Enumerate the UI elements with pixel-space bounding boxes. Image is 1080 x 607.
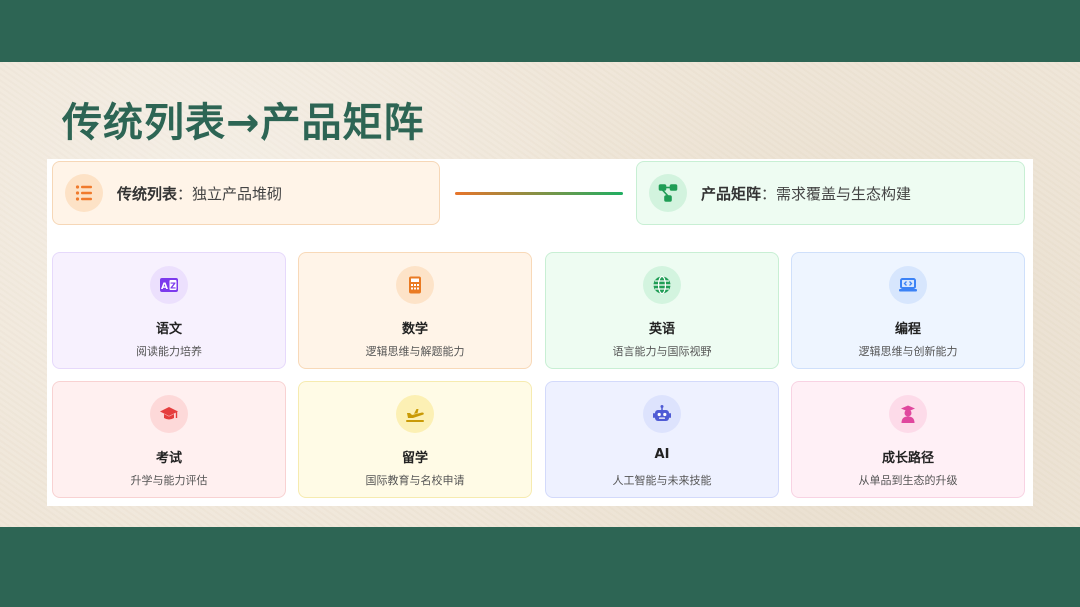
product-card-title: AI	[654, 447, 670, 462]
bottom-band	[0, 527, 1080, 607]
globe-icon	[643, 266, 681, 304]
product-card-title: 编程	[894, 322, 921, 337]
product-card-desc: 从单品到生态的升级	[858, 474, 958, 487]
graduation-cap-icon	[150, 395, 188, 433]
product-card: 成长路径从单品到生态的升级	[791, 381, 1025, 498]
traditional-list-box: 传统列表：独立产品堆砌	[52, 161, 440, 225]
product-card-desc: 升学与能力评估	[130, 474, 208, 487]
translate-icon: A Z	[150, 266, 188, 304]
list-icon	[65, 174, 103, 212]
product-card: 编程逻辑思维与创新能力	[791, 252, 1025, 369]
product-card: 英语语言能力与国际视野	[545, 252, 779, 369]
product-card-desc: 国际教育与名校申请	[365, 474, 465, 487]
product-matrix-label: 产品矩阵	[701, 184, 762, 203]
product-card: A Z 语文阅读能力培养	[52, 252, 286, 369]
network-icon	[649, 174, 687, 212]
product-card: AI 人工智能与未来技能	[545, 381, 779, 498]
product-card: 留学国际教育与名校申请	[298, 381, 532, 498]
product-card-title: 英语	[648, 322, 675, 337]
product-card-title: 语文	[155, 322, 182, 337]
product-card: 数学逻辑思维与解题能力	[298, 252, 532, 369]
laptop-code-icon	[889, 266, 927, 304]
product-card-desc: 阅读能力培养	[136, 345, 202, 358]
product-card-title: 成长路径	[881, 451, 934, 466]
student-icon	[889, 395, 927, 433]
traditional-list-separator: ：	[177, 184, 193, 203]
robot-icon	[643, 395, 681, 433]
traditional-list-desc: 独立产品堆砌	[192, 184, 283, 203]
svg-text:A: A	[161, 282, 168, 292]
product-card-title: 数学	[401, 322, 428, 337]
traditional-list-label: 传统列表	[117, 184, 178, 203]
top-band	[0, 0, 1080, 62]
product-matrix-separator: ：	[761, 184, 777, 203]
slide-title: 传统列表→产品矩阵	[62, 100, 425, 146]
product-card-title: 考试	[155, 451, 182, 466]
product-matrix-desc: 需求覆盖与生态构建	[776, 184, 912, 203]
product-card: 考试 升学与能力评估	[52, 381, 286, 498]
product-card-desc: 逻辑思维与解题能力	[365, 345, 465, 358]
product-card-desc: 语言能力与国际视野	[612, 345, 712, 358]
svg-text:Z: Z	[170, 282, 176, 291]
connector-line	[455, 192, 623, 195]
product-card-title: 留学	[401, 451, 428, 466]
airplane-icon	[396, 395, 434, 433]
product-card-desc: 人工智能与未来技能	[612, 474, 712, 487]
calculator-icon	[396, 266, 434, 304]
product-card-desc: 逻辑思维与创新能力	[858, 345, 958, 358]
product-matrix-box: 产品矩阵：需求覆盖与生态构建	[636, 161, 1025, 225]
